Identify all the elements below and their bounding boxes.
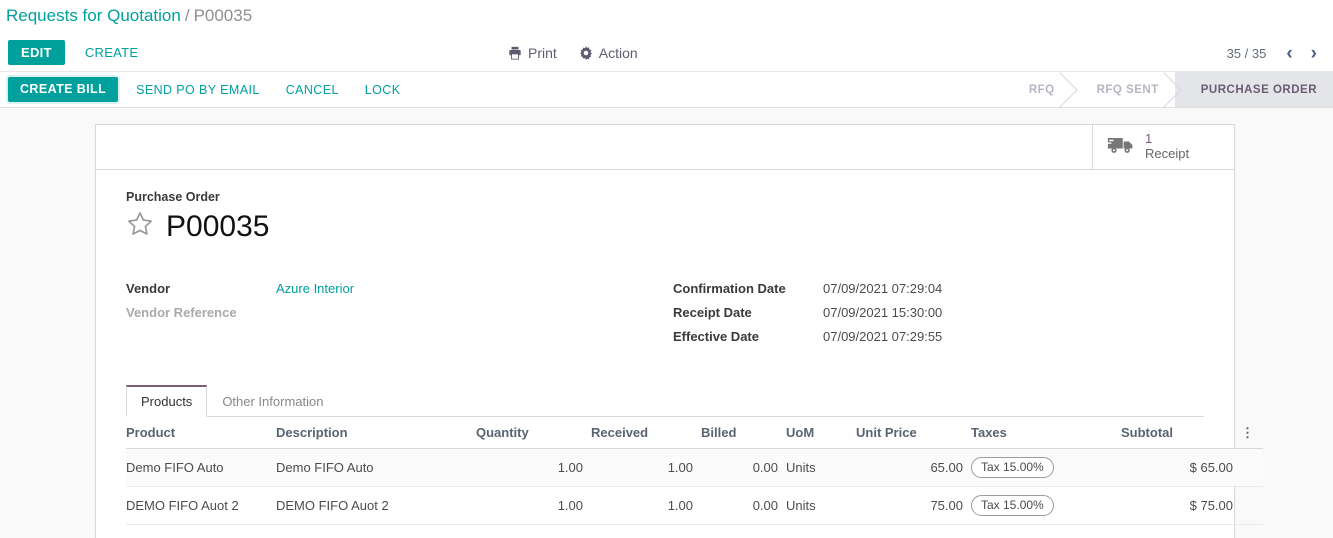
field-vendor-reference: Vendor Reference bbox=[126, 301, 625, 325]
printer-icon bbox=[508, 46, 522, 60]
cancel-button[interactable]: CANCEL bbox=[278, 78, 347, 102]
field-effective-date-value: 07/09/2021 07:29:55 bbox=[823, 329, 943, 344]
order-lines-table: Product Description Quantity Received Bi… bbox=[126, 417, 1263, 538]
field-vendor-value[interactable]: Azure Interior bbox=[276, 277, 354, 301]
cell-billed: 0.00 bbox=[701, 486, 786, 526]
table-header-row: Product Description Quantity Received Bi… bbox=[126, 417, 1263, 449]
cell-unit-price: 75.00 bbox=[856, 486, 971, 526]
receipt-count: 1 bbox=[1145, 131, 1153, 147]
print-menu-button[interactable]: Print bbox=[508, 45, 557, 61]
field-vendor-reference-label: Vendor Reference bbox=[126, 305, 237, 320]
field-group-right: Confirmation Date 07/09/2021 07:29:04 Re… bbox=[665, 277, 1204, 349]
cell-taxes: Tax 15.00% bbox=[971, 448, 1121, 488]
cell-quantity: 1.00 bbox=[476, 486, 591, 526]
notebook-tabs: Products Other Information bbox=[126, 385, 1204, 417]
col-header-unit-price[interactable]: Unit Price bbox=[856, 417, 971, 449]
cell-uom: Units bbox=[786, 448, 856, 488]
star-outline-icon[interactable] bbox=[126, 210, 154, 243]
cell-uom: Units bbox=[786, 486, 856, 526]
cell-taxes: Tax 15.00% bbox=[971, 486, 1121, 526]
field-receipt-date-label: Receipt Date bbox=[673, 305, 752, 320]
stat-button-box: 1 Receipt bbox=[96, 125, 1234, 170]
cell-product: Demo FIFO Auto bbox=[126, 448, 276, 488]
tab-products[interactable]: Products bbox=[126, 385, 208, 417]
edit-button[interactable]: EDIT bbox=[8, 40, 65, 65]
cell-received: 1.00 bbox=[591, 486, 701, 526]
action-label: Action bbox=[598, 45, 638, 61]
col-header-product[interactable]: Product bbox=[126, 417, 276, 449]
breadcrumb-parent-link[interactable]: Requests for Quotation bbox=[6, 6, 181, 25]
breadcrumb-current: P00035 bbox=[193, 6, 253, 25]
status-pipeline: RFQ RFQ SENT PURCHASE ORDER bbox=[1003, 72, 1333, 108]
col-header-billed[interactable]: Billed bbox=[701, 417, 786, 449]
field-effective-date-label: Effective Date bbox=[673, 329, 759, 344]
tax-badge: Tax 15.00% bbox=[971, 495, 1054, 517]
field-receipt-date-value: 07/09/2021 15:30:00 bbox=[823, 305, 943, 320]
cell-subtotal: $ 65.00 bbox=[1121, 448, 1241, 488]
lock-button[interactable]: LOCK bbox=[357, 78, 409, 102]
pager-count: 35 / 35 bbox=[1226, 45, 1267, 61]
control-panel: EDIT CREATE Print Action 35 / 35 ‹ › bbox=[0, 34, 1333, 72]
col-header-subtotal[interactable]: Subtotal bbox=[1121, 417, 1241, 449]
receipt-stat-button[interactable]: 1 Receipt bbox=[1092, 125, 1234, 169]
create-bill-button[interactable]: CREATE BILL bbox=[8, 77, 119, 102]
field-groups: Vendor Azure Interior Vendor Reference C… bbox=[126, 277, 1204, 349]
status-stage-purchase-order[interactable]: PURCHASE ORDER bbox=[1158, 72, 1333, 108]
field-effective-date: Effective Date 07/09/2021 07:29:55 bbox=[673, 325, 1164, 349]
cell-product: DEMO FIFO Auot 2 bbox=[126, 486, 276, 526]
cell-description: DEMO FIFO Auot 2 bbox=[276, 486, 476, 526]
field-confirmation-date: Confirmation Date 07/09/2021 07:29:04 bbox=[673, 277, 1164, 301]
field-vendor: Vendor Azure Interior bbox=[126, 277, 625, 301]
status-stage-rfq[interactable]: RFQ bbox=[1003, 72, 1071, 107]
tab-other-information[interactable]: Other Information bbox=[207, 385, 338, 417]
breadcrumb-separator: / bbox=[184, 6, 190, 25]
cell-billed: 0.00 bbox=[701, 448, 786, 488]
send-po-by-email-button[interactable]: SEND PO BY EMAIL bbox=[128, 78, 268, 102]
cell-description: Demo FIFO Auto bbox=[276, 448, 476, 488]
control-panel-actions: Print Action bbox=[508, 34, 638, 72]
field-receipt-date: Receipt Date 07/09/2021 15:30:00 bbox=[673, 301, 1164, 325]
page-title: P00035 bbox=[166, 209, 270, 243]
action-menu-button[interactable]: Action bbox=[579, 45, 638, 61]
form-background: 1 Receipt Purchase Order P00035 Vendor A… bbox=[0, 108, 1333, 538]
receipt-label: Receipt bbox=[1145, 146, 1190, 161]
statusbar: CREATE BILL SEND PO BY EMAIL CANCEL LOCK… bbox=[0, 72, 1333, 108]
col-header-description[interactable]: Description bbox=[276, 417, 476, 449]
table-empty-row bbox=[126, 525, 1263, 538]
cell-received: 1.00 bbox=[591, 448, 701, 488]
pager: 35 / 35 ‹ › bbox=[1227, 34, 1325, 72]
field-confirmation-date-label: Confirmation Date bbox=[673, 281, 786, 296]
cell-unit-price: 65.00 bbox=[856, 448, 971, 488]
col-header-taxes[interactable]: Taxes bbox=[971, 417, 1121, 449]
field-confirmation-date-value: 07/09/2021 07:29:04 bbox=[823, 281, 943, 296]
table-row[interactable]: Demo FIFO Auto Demo FIFO Auto 1.00 1.00 … bbox=[126, 448, 1263, 488]
col-header-quantity[interactable]: Quantity bbox=[476, 417, 591, 449]
col-header-received[interactable]: Received bbox=[591, 417, 701, 449]
record-type-label: Purchase Order bbox=[126, 190, 220, 204]
chevron-right-icon[interactable]: › bbox=[1303, 44, 1325, 63]
cell-subtotal: $ 75.00 bbox=[1121, 486, 1241, 526]
table-row[interactable]: DEMO FIFO Auot 2 DEMO FIFO Auot 2 1.00 1… bbox=[126, 486, 1263, 526]
form-sheet: 1 Receipt Purchase Order P00035 Vendor A… bbox=[95, 124, 1263, 538]
gear-icon bbox=[579, 46, 593, 60]
vertical-dots-icon[interactable]: ⋮ bbox=[1241, 425, 1254, 440]
tax-badge: Tax 15.00% bbox=[971, 457, 1054, 479]
cell-quantity: 1.00 bbox=[476, 448, 591, 488]
col-header-uom[interactable]: UoM bbox=[786, 417, 856, 449]
notebook: Products Other Information Product Descr… bbox=[126, 385, 1263, 538]
chevron-left-icon[interactable]: ‹ bbox=[1278, 44, 1300, 63]
truck-icon bbox=[1107, 135, 1135, 160]
field-group-left: Vendor Azure Interior Vendor Reference bbox=[126, 277, 665, 349]
breadcrumb: Requests for Quotation / P00035 bbox=[0, 0, 1333, 34]
field-vendor-label: Vendor bbox=[126, 281, 171, 296]
create-button[interactable]: CREATE bbox=[79, 40, 145, 65]
print-label: Print bbox=[528, 45, 557, 61]
